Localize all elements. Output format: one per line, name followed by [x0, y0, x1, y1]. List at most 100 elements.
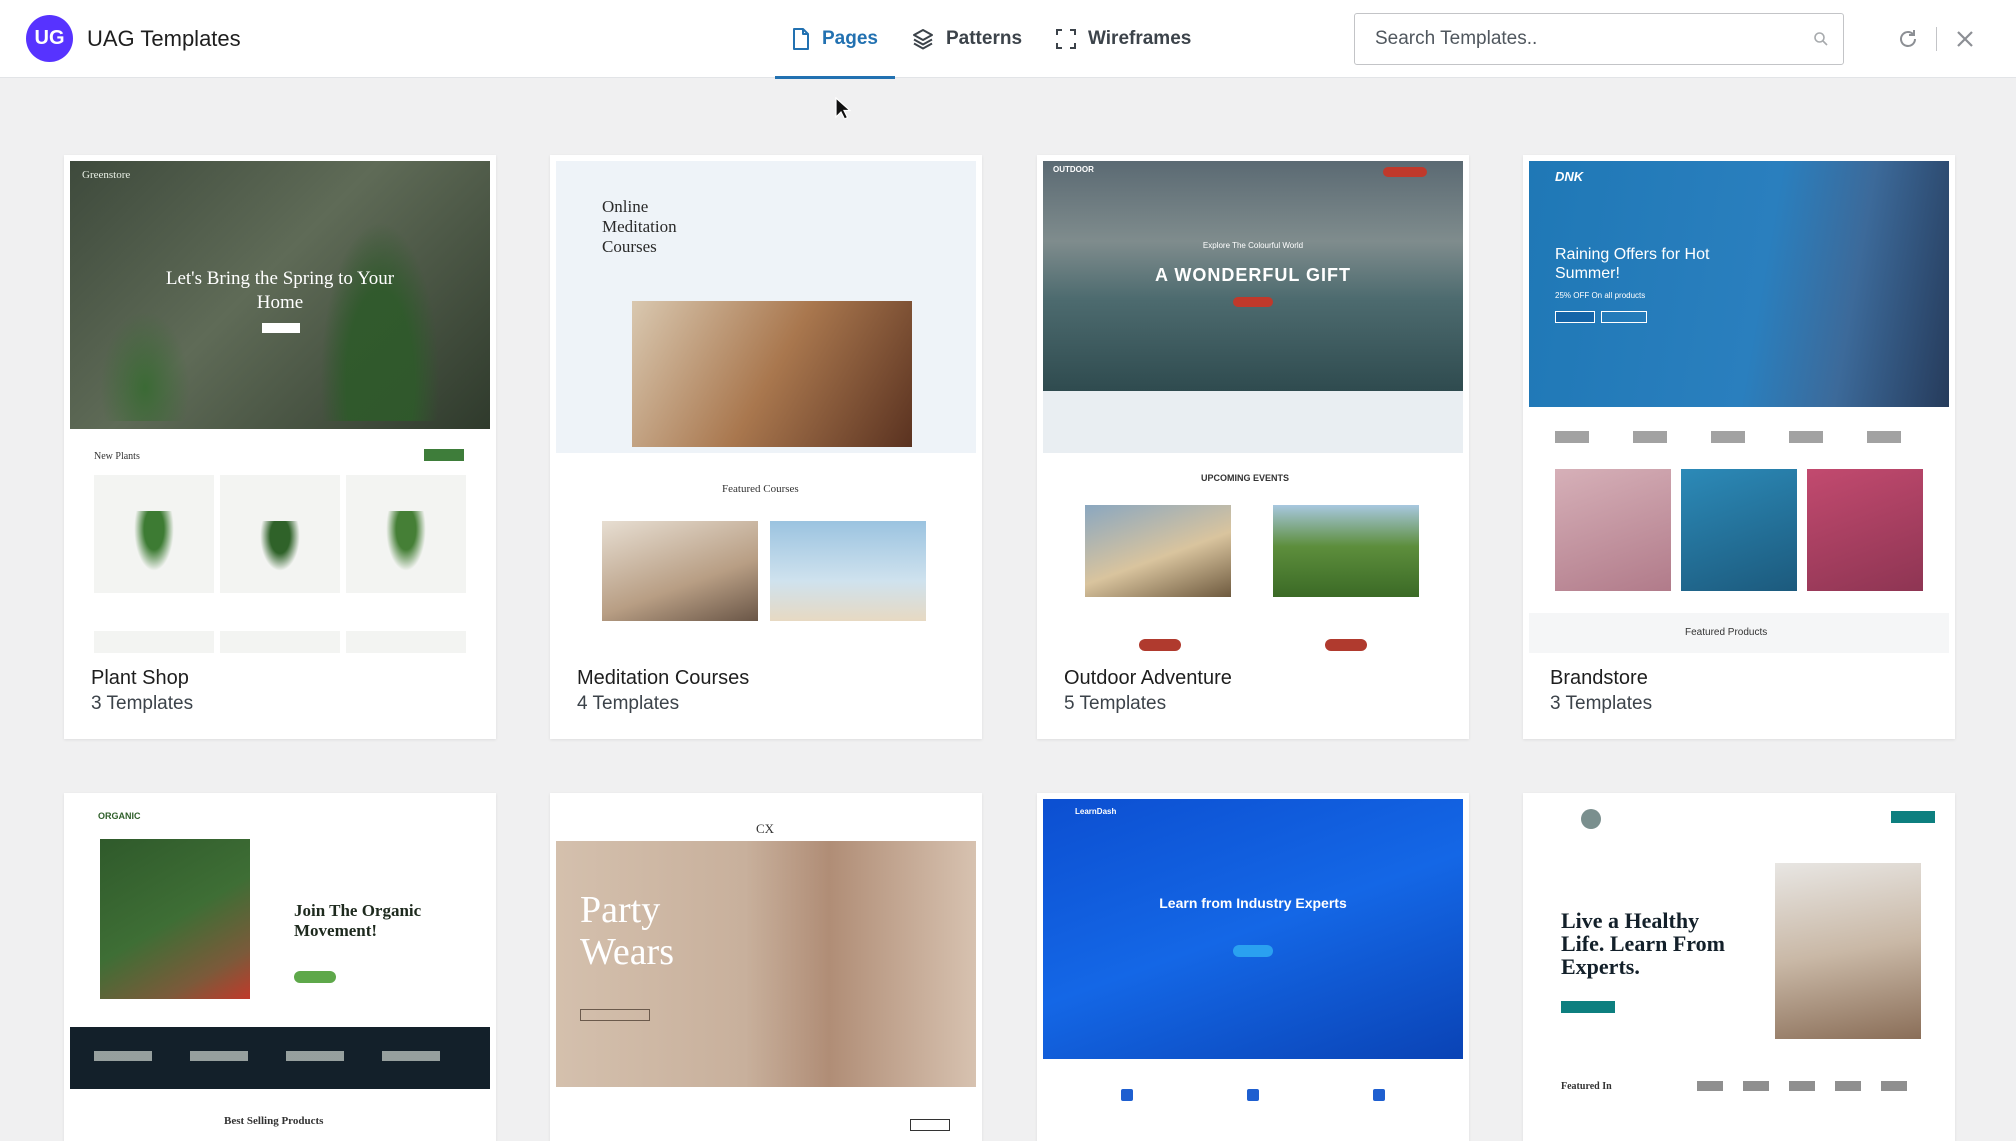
template-card-party-wears[interactable]: CX Party Wears: [550, 793, 982, 1141]
nav-button: [1383, 167, 1427, 177]
learn-more-button: [1139, 639, 1181, 651]
header-bar: UG UAG Templates Pages Patterns Wirefram…: [0, 0, 2016, 79]
preview-section: UPCOMING EVENTS: [1201, 473, 1290, 483]
site-logo: [1581, 809, 1601, 829]
product-card: [346, 631, 466, 653]
nav-button: [1891, 811, 1935, 823]
tab-patterns-label: Patterns: [945, 28, 1023, 49]
preview-headline: Join The Organic Movement!: [294, 901, 422, 940]
features-strip: [94, 1051, 464, 1061]
shop-collection-button: [580, 1009, 650, 1021]
search-icon[interactable]: [1799, 31, 1843, 47]
close-icon[interactable]: [1951, 25, 1979, 53]
template-title: Brandstore: [1550, 667, 1648, 689]
tab-patterns[interactable]: Patterns: [895, 0, 1039, 78]
feature-icon: [1247, 1089, 1259, 1101]
template-count: 4 Templates: [577, 693, 680, 714]
promo-tile: [1681, 469, 1797, 591]
template-card-brandstore[interactable]: DNK Raining Offers for Hot Summer! 25% O…: [1523, 155, 1955, 739]
plant-shape: [100, 311, 190, 421]
preview-brand: Greenstore: [82, 169, 131, 181]
hero-background: [1043, 799, 1463, 1059]
template-preview: ORGANIC Join The Organic Movement! Best …: [70, 799, 490, 1141]
template-count: 3 Templates: [1550, 693, 1653, 714]
preview-brand: OUTDOOR: [1053, 165, 1094, 174]
event-image: [1273, 505, 1419, 597]
preview-section: Featured Courses: [722, 483, 799, 495]
search-input[interactable]: [1355, 14, 1799, 64]
template-preview: DNK Raining Offers for Hot Summer! 25% O…: [1529, 161, 1949, 653]
product-card: [220, 631, 340, 653]
preview-headline: Party Wears: [580, 889, 674, 973]
tab-wireframes-label: Wireframes: [1088, 28, 1192, 49]
shop-button: [294, 971, 336, 983]
tab-pages-label: Pages: [822, 28, 878, 49]
feature-icon: [1373, 1089, 1385, 1101]
plant-shape: [320, 221, 440, 421]
header-actions: [1894, 25, 1979, 53]
shop-now-button: [262, 323, 300, 333]
template-card-learndash[interactable]: LearnDash Learn from Industry Experts: [1037, 793, 1469, 1141]
promo-tile: [1807, 469, 1923, 591]
quote-band: [1043, 391, 1463, 453]
template-count: 3 Templates: [91, 693, 194, 714]
preview-sub: 25% OFF On all products: [1555, 291, 1646, 300]
logo-strip: [1697, 1081, 1923, 1091]
wireframe-icon: [1056, 29, 1077, 49]
shop-now-button: [1555, 311, 1595, 323]
header-divider: [1936, 27, 1937, 51]
template-title: Meditation Courses: [577, 667, 750, 689]
preview-section: Best Selling Products: [224, 1115, 324, 1127]
template-card-organic[interactable]: ORGANIC Join The Organic Movement! Best …: [64, 793, 496, 1141]
tab-wireframes[interactable]: Wireframes: [1039, 0, 1208, 78]
hero-image: [632, 301, 912, 447]
plant-pot: [260, 521, 300, 571]
view-courses-button: [1233, 945, 1273, 957]
app-logo: UG: [26, 15, 73, 62]
preview-brand: ORGANIC: [98, 811, 141, 821]
hero-image: [1529, 161, 1949, 407]
hero-image: [1775, 863, 1921, 1039]
template-title: Plant Shop: [91, 667, 189, 689]
preview-headline: Learn from Industry Experts: [1159, 895, 1347, 911]
preview-brand: DNK: [1555, 169, 1584, 184]
template-preview: Greenstore Let's Bring the Spring to You…: [70, 161, 490, 653]
tab-pages[interactable]: Pages: [775, 0, 895, 79]
template-count: 5 Templates: [1064, 693, 1167, 714]
preview-headline: Live a Healthy Life. Learn From Experts.: [1561, 908, 1725, 979]
plant-pot: [386, 511, 426, 571]
preview-section: Featured In: [1561, 1081, 1612, 1092]
preview-kicker: Explore The Colourful World: [1202, 241, 1304, 250]
preview-headline: Let's Bring the Spring to Your Home: [165, 268, 395, 313]
preview-headline: Raining Offers for Hot Summer!: [1555, 246, 1710, 282]
template-preview: LearnDash Learn from Industry Experts: [1043, 799, 1463, 1141]
template-title: Outdoor Adventure: [1064, 667, 1232, 689]
plant-pot: [134, 511, 174, 571]
feature-icon: [1121, 1089, 1133, 1101]
template-preview: Online Meditation Courses Featured Cours…: [556, 161, 976, 653]
preview-brand: LearnDash: [1075, 807, 1117, 816]
refresh-icon[interactable]: [1894, 25, 1922, 53]
mouse-cursor-icon: [835, 97, 851, 120]
cta-button: [1233, 297, 1273, 307]
preview-headline: Online Meditation Courses: [602, 197, 677, 256]
course-image: [602, 521, 758, 621]
cta-button: [1561, 1001, 1615, 1013]
preview-section: Featured Products: [1685, 627, 1768, 638]
preview-section: New Plants: [94, 451, 140, 462]
shop-button: [424, 449, 464, 461]
template-preview: CX Party Wears: [556, 799, 976, 1141]
find-more-button: [1601, 311, 1647, 323]
template-card-meditation-courses[interactable]: Online Meditation Courses Featured Cours…: [550, 155, 982, 739]
template-card-healthy-life[interactable]: Live a Healthy Life. Learn From Experts.…: [1523, 793, 1955, 1141]
course-image: [770, 521, 926, 621]
brand: UG UAG Templates: [26, 15, 241, 62]
product-image: [100, 839, 250, 999]
preview-headline: A WONDERFUL GIFT: [1155, 265, 1351, 285]
template-preview: Live a Healthy Life. Learn From Experts.…: [1529, 799, 1949, 1141]
template-preview: OUTDOOR Explore The Colourful World A WO…: [1043, 161, 1463, 653]
promo-tile: [1555, 469, 1671, 591]
template-card-outdoor-adventure[interactable]: OUTDOOR Explore The Colourful World A WO…: [1037, 155, 1469, 739]
template-card-plant-shop[interactable]: Greenstore Let's Bring the Spring to You…: [64, 155, 496, 739]
search-box: [1354, 13, 1844, 65]
